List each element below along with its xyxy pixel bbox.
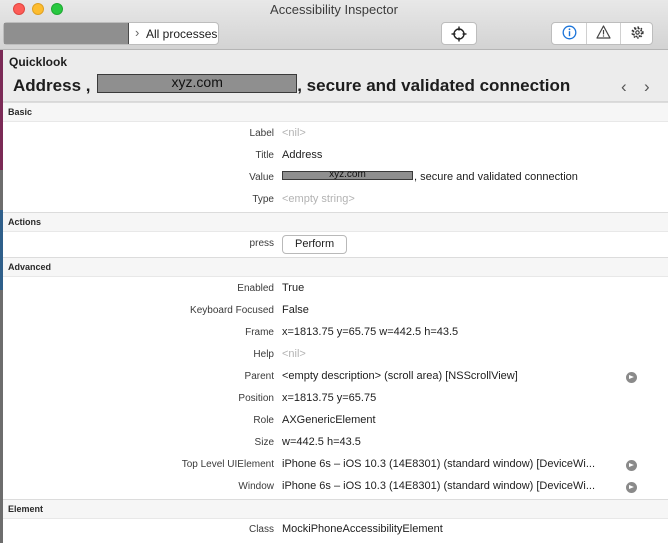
attribute-key: Keyboard Focused — [190, 305, 274, 316]
window-title: Accessibility Inspector — [270, 2, 398, 17]
attribute-value-suffix: , secure and validated connection — [414, 171, 578, 183]
title-bar: Accessibility Inspector › All processes — [0, 0, 668, 50]
redacted-domain-text: xyz.com — [329, 169, 366, 180]
navigate-arrow-icon[interactable] — [626, 482, 637, 493]
attribute-value: MockiPhoneAccessibilityElement — [282, 523, 443, 535]
info-icon — [562, 25, 577, 43]
section-header-actions[interactable]: Actions — [3, 212, 668, 232]
attribute-value: x=1813.75 y=65.75 w=442.5 h=43.5 — [282, 326, 459, 338]
attribute-row-help: Help <nil> — [3, 345, 668, 367]
attribute-row-size: Size w=442.5 h=43.5 — [3, 433, 668, 455]
attribute-row-top-level-uielement: Top Level UIElement iPhone 6s – iOS 10.3… — [3, 455, 668, 477]
section-title: Basic — [8, 107, 33, 117]
next-element-button[interactable]: › — [644, 77, 650, 97]
attribute-key: Label — [249, 128, 274, 139]
attribute-value: iPhone 6s – iOS 10.3 (14E8301) (standard… — [282, 480, 596, 492]
quicklook-section: Quicklook Address , xyz.com , secure and … — [3, 51, 668, 101]
attribute-key: Role — [253, 415, 274, 426]
inspector-mode-segmented-control — [551, 22, 653, 45]
quicklook-suffix: , secure and validated connection — [297, 76, 571, 95]
attribute-key: Top Level UIElement — [181, 459, 274, 470]
attribute-value: iPhone 6s – iOS 10.3 (14E8301) (standard… — [282, 458, 596, 470]
chevron-right-icon: › — [135, 25, 140, 40]
attribute-value: Address — [282, 149, 323, 161]
crosshair-icon — [442, 23, 476, 44]
attribute-key: Title — [255, 150, 274, 161]
attribute-row-keyboard-focused: Keyboard Focused False — [3, 301, 668, 323]
quicklook-heading: Quicklook — [9, 55, 68, 69]
section-title: Actions — [8, 217, 42, 227]
attribute-key: Parent — [244, 371, 274, 382]
section-title: Advanced — [8, 262, 52, 272]
attribute-row-label: Label <nil> — [3, 124, 668, 146]
navigate-arrow-icon[interactable] — [626, 460, 637, 471]
attribute-value: False — [282, 304, 309, 316]
settings-tab-button[interactable] — [620, 23, 654, 44]
attribute-key: Window — [238, 481, 274, 492]
chevron-right-icon: › — [644, 77, 650, 96]
section-header-basic[interactable]: Basic — [3, 102, 668, 122]
section-header-element[interactable]: Element — [3, 499, 668, 519]
inspector-content: Quicklook Address , xyz.com , secure and … — [3, 51, 668, 543]
redacted-target-name — [4, 23, 129, 44]
section-header-advanced[interactable]: Advanced — [3, 257, 668, 277]
attribute-row-frame: Frame x=1813.75 y=65.75 w=442.5 h=43.5 — [3, 323, 668, 345]
target-chooser-label: All processes — [146, 27, 218, 41]
attribute-row-position: Position x=1813.75 y=65.75 — [3, 389, 668, 411]
attribute-key: Enabled — [237, 283, 274, 294]
redacted-domain: xyz.com — [282, 169, 413, 180]
action-key: press — [249, 238, 274, 249]
attribute-value: xyz.com , secure and validated connection — [282, 169, 578, 183]
attribute-key: Frame — [245, 327, 274, 338]
attribute-value: <nil> — [282, 127, 306, 139]
attribute-row-type: Type <empty string> — [3, 190, 668, 212]
attribute-row-title: Title Address — [3, 146, 668, 168]
inspection-pointer-button[interactable] — [441, 22, 477, 45]
target-chooser[interactable]: › All processes — [3, 22, 219, 45]
attribute-row-window: Window iPhone 6s – iOS 10.3 (14E8301) (s… — [3, 477, 668, 499]
navigate-arrow-icon[interactable] — [626, 372, 637, 383]
attribute-row-enabled: Enabled True — [3, 279, 668, 301]
perform-button[interactable]: Perform — [282, 235, 348, 254]
attribute-row-value: Value xyz.com , secure and validated conn… — [3, 168, 668, 190]
attribute-value: w=442.5 h=43.5 — [282, 436, 361, 448]
attribute-row-parent: Parent <empty description> (scroll area)… — [3, 367, 668, 389]
attribute-row-role: Role AXGenericElement — [3, 411, 668, 433]
chevron-left-icon: ‹ — [621, 77, 627, 96]
attribute-key: Size — [254, 437, 274, 448]
attribute-row-class: Class MockiPhoneAccessibilityElement — [3, 520, 668, 542]
warning-icon — [596, 25, 611, 42]
attributes-panel: Basic Label <nil> Title Address Value xy… — [3, 101, 668, 543]
attribute-value: x=1813.75 y=65.75 — [282, 392, 377, 404]
attribute-value: <empty description> (scroll area) [NSScr… — [282, 370, 518, 382]
attribute-key: Position — [238, 393, 274, 404]
attribute-key: Value — [249, 172, 274, 183]
attribute-value: AXGenericElement — [282, 414, 376, 426]
quicklook-prefix: Address , — [13, 76, 91, 95]
audit-tab-button[interactable] — [586, 23, 620, 44]
action-row-press: press Perform — [3, 234, 668, 256]
previous-element-button[interactable]: ‹ — [621, 77, 627, 97]
inspector-tab-button[interactable] — [552, 23, 586, 44]
section-title: Element — [8, 504, 44, 514]
redacted-domain-text: xyz.com — [171, 74, 223, 90]
attribute-key: Type — [252, 194, 274, 205]
attribute-key: Class — [248, 524, 274, 535]
gear-icon — [630, 25, 645, 43]
attribute-value: <empty string> — [282, 193, 355, 205]
attribute-key: Help — [253, 349, 274, 360]
quicklook-description: Address , xyz.com , secure and validated … — [13, 74, 570, 96]
redacted-domain: xyz.com — [97, 74, 298, 93]
attribute-value: True — [282, 282, 305, 294]
attribute-value: <nil> — [282, 348, 306, 360]
